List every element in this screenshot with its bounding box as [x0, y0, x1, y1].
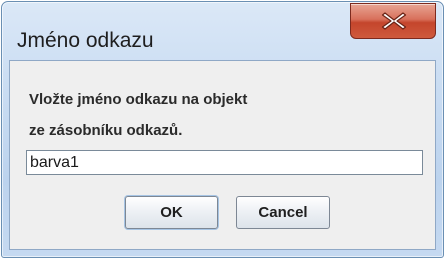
dialog-content: Vložte jméno odkazu na objekt ze zásobní… [9, 60, 436, 250]
message-line-2: ze zásobníku odkazů. [29, 122, 183, 139]
dialog-window: Jméno odkazu Vložte jméno odkazu na obje… [1, 1, 444, 258]
close-x-icon [381, 12, 407, 30]
message-line-1: Vložte jméno odkazu na objekt [29, 91, 248, 108]
title-bar[interactable]: Jméno odkazu [2, 2, 443, 60]
link-name-input[interactable] [26, 150, 423, 175]
close-button[interactable] [350, 3, 436, 39]
ok-button[interactable]: OK [125, 196, 218, 229]
cancel-button[interactable]: Cancel [236, 196, 330, 229]
window-title: Jméno odkazu [17, 29, 154, 52]
